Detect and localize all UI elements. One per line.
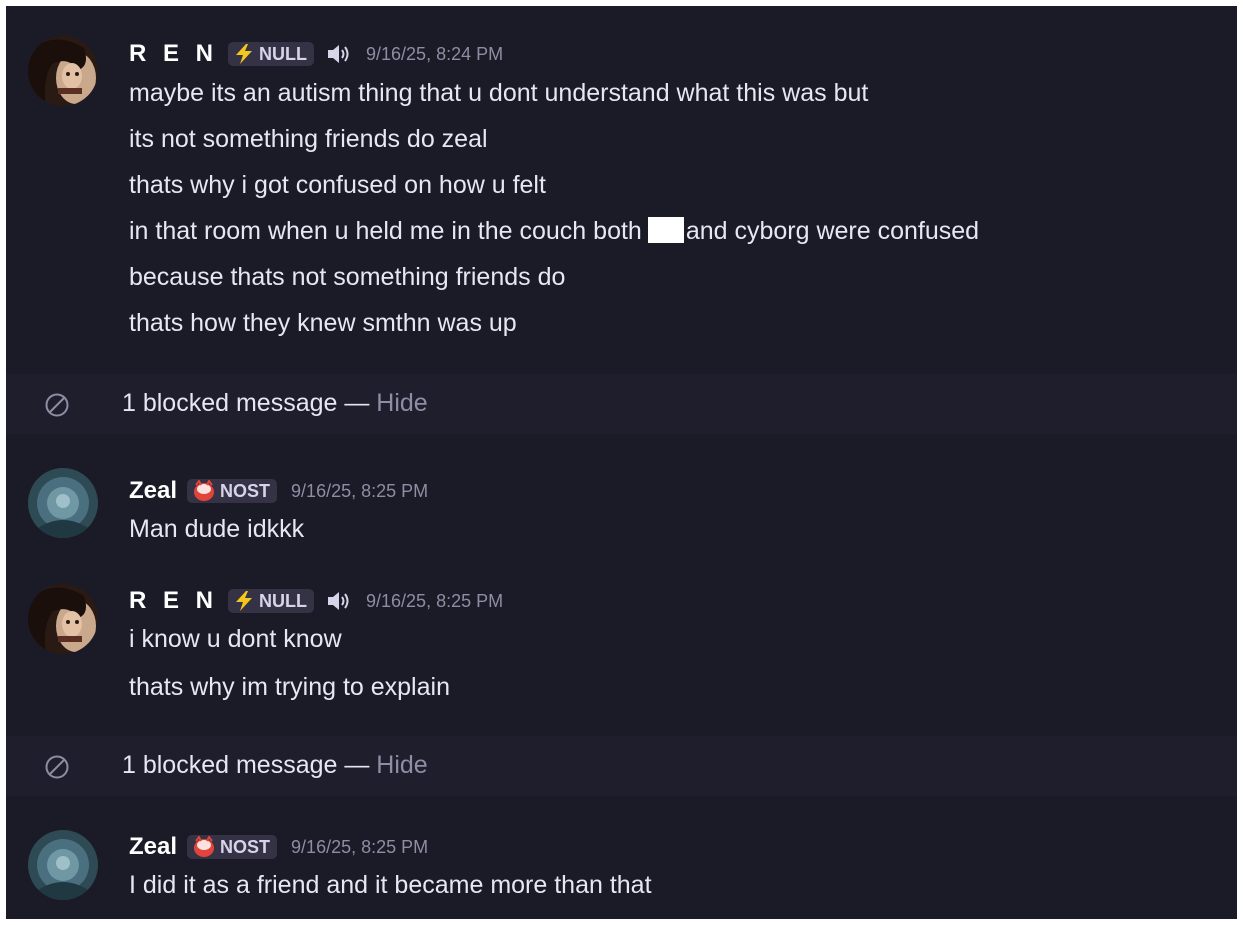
message-text: i know u dont know [129, 625, 342, 653]
message-text: Man dude idkkk [129, 515, 305, 543]
message-group: R E N NULL 9/16/25, 8:24 PM maybe its an… [6, 6, 1237, 374]
hide-link[interactable]: Hide [376, 389, 427, 417]
red-creature-icon [192, 836, 216, 858]
message-header: R E N NULL 9/16/25, 8:24 PM [129, 39, 503, 69]
lightning-icon [233, 591, 255, 611]
hide-link[interactable]: Hide [376, 751, 427, 779]
avatar[interactable] [28, 36, 98, 106]
blocked-message-label: 1 blocked message — [122, 751, 377, 779]
message-header: Zeal NOST 9/16/25, 8:25 PM [129, 832, 428, 862]
message-text: thats why i got confused on how u felt [129, 171, 546, 199]
username[interactable]: Zeal [129, 833, 177, 861]
timestamp: 9/16/25, 8:24 PM [366, 43, 504, 64]
message-group: R E N NULL 9/16/25, 8:25 PM i know u don… [6, 546, 1237, 736]
blocked-icon [44, 754, 70, 785]
message-text-part: and cyborg were confused [685, 217, 980, 245]
message-text: because thats not something friends do [129, 263, 566, 291]
clan-tag[interactable]: NULL [228, 42, 315, 66]
message-group: Zeal NOST 9/16/25, 8:25 PM I did it as a… [6, 796, 1237, 919]
chat-panel: R E N NULL 9/16/25, 8:24 PM maybe its an… [6, 6, 1237, 919]
clan-tag-label: NULL [259, 590, 308, 611]
message-text: I did it as a friend and it became more … [129, 871, 652, 899]
blocked-message-bar: 1 blocked message — Hide [6, 736, 1237, 796]
message-text: its not something friends do zeal [129, 125, 488, 153]
redaction-box [647, 217, 684, 243]
blocked-message-bar: 1 blocked message — Hide [6, 374, 1237, 434]
timestamp: 9/16/25, 8:25 PM [291, 836, 429, 857]
username[interactable]: R E N [129, 587, 218, 615]
blocked-message-label: 1 blocked message — [122, 389, 377, 417]
clan-tag-label: NOST [220, 836, 271, 857]
timestamp: 9/16/25, 8:25 PM [366, 590, 504, 611]
clan-tag[interactable]: NOST [187, 835, 278, 859]
clan-tag[interactable]: NOST [187, 479, 278, 503]
message-text: thats why im trying to explain [129, 673, 450, 701]
blocked-icon [44, 392, 70, 423]
clan-tag-label: NOST [220, 480, 271, 501]
speaker-icon [326, 590, 352, 612]
clan-tag[interactable]: NULL [228, 589, 315, 613]
lightning-icon [233, 44, 255, 64]
avatar[interactable] [28, 830, 98, 900]
message-text-part: in that room when u held me in the couch… [129, 217, 642, 245]
red-creature-icon [192, 480, 216, 502]
message-text: thats how they knew smthn was up [129, 309, 517, 337]
clan-tag-label: NULL [259, 43, 308, 64]
username[interactable]: R E N [129, 40, 218, 68]
avatar[interactable] [28, 584, 98, 654]
message-header: Zeal NOST 9/16/25, 8:25 PM [129, 476, 428, 506]
speaker-icon [326, 43, 352, 65]
message-text: in that room when u held me in the couch… [129, 216, 979, 246]
message-header: R E N NULL 9/16/25, 8:25 PM [129, 586, 503, 616]
avatar[interactable] [28, 468, 98, 538]
message-text: maybe its an autism thing that u dont un… [129, 79, 869, 107]
username[interactable]: Zeal [129, 477, 177, 505]
message-group: Zeal NOST 9/16/25, 8:25 PM Man dude idkk… [6, 434, 1237, 546]
timestamp: 9/16/25, 8:25 PM [291, 480, 429, 501]
